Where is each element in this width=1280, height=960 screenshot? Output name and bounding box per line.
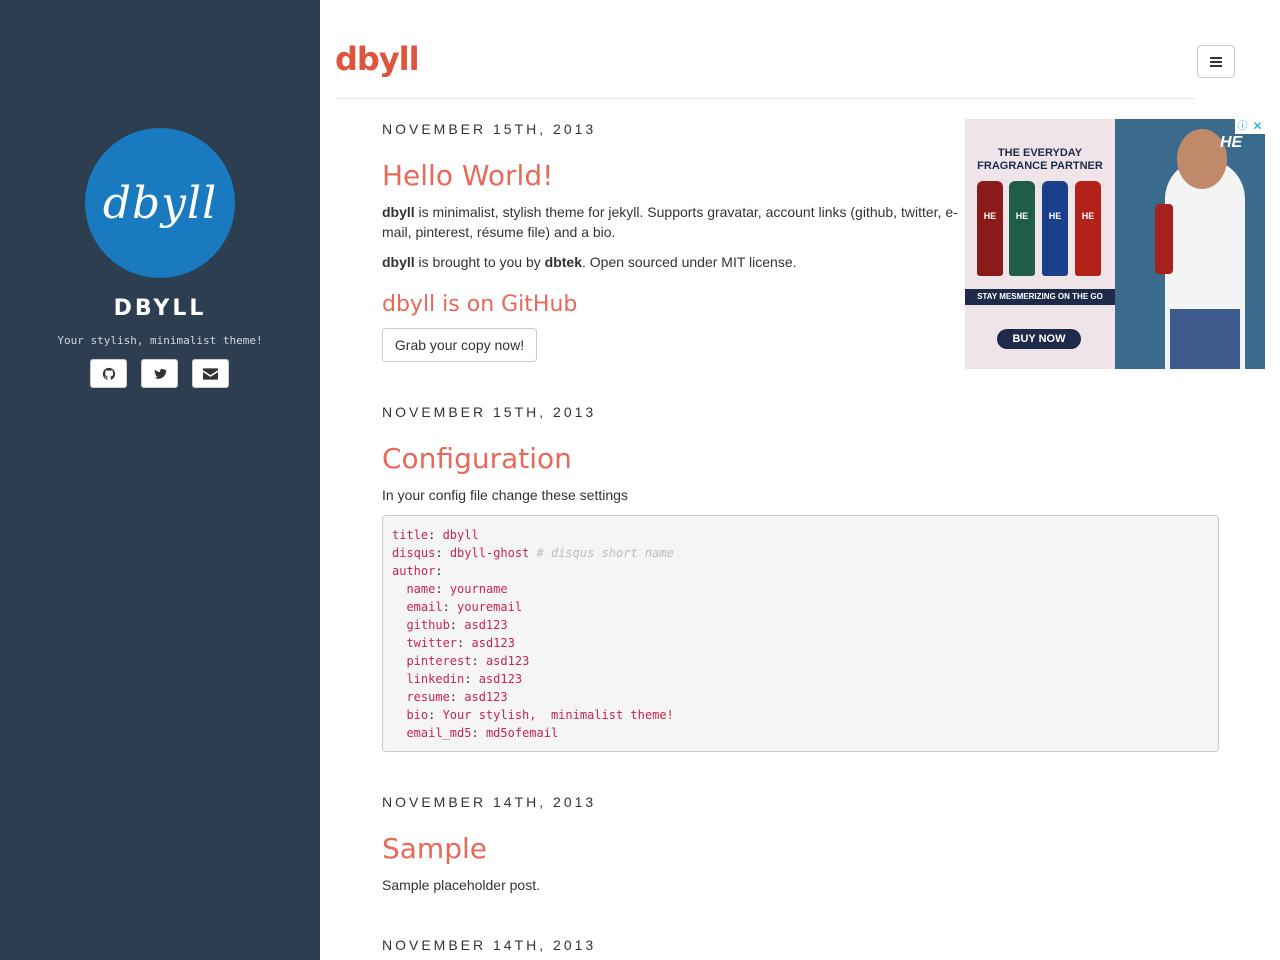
site-bio: Your stylish, minimalist theme!	[57, 334, 263, 347]
code-value: Your stylish, minimalist theme!	[435, 708, 674, 722]
code-line: linkedin: asd123	[392, 670, 1209, 688]
code-key: resume	[392, 690, 450, 704]
envelope-icon	[203, 367, 218, 380]
code-colon: :	[449, 690, 458, 704]
ad-strip: STAY MESMERIZING ON THE GO	[965, 289, 1115, 305]
email-button[interactable]	[192, 359, 229, 388]
deodorant-can: HE	[1075, 181, 1101, 276]
code-colon: :	[435, 546, 443, 560]
code-line: resume: asd123	[392, 688, 1209, 706]
github-icon	[102, 367, 115, 380]
code-line: author:	[392, 562, 1209, 580]
code-value: asd123	[471, 672, 523, 686]
code-value: asd123	[478, 654, 530, 668]
code-value: asd123	[464, 636, 515, 650]
code-block: title: dbyll disqus: dbyll-ghost # disqus…	[382, 515, 1219, 752]
post-paragraph: dbyll is minimalist, stylish theme for j…	[382, 202, 962, 242]
paragraph-text: . Open sourced under MIT license.	[581, 254, 797, 270]
header-divider	[335, 98, 1195, 99]
ad-left-panel: THE EVERYDAY FRAGRANCE PARTNER HE HE HE …	[965, 119, 1115, 369]
paragraph-text: is brought to you by	[414, 254, 545, 270]
twitter-icon	[153, 368, 167, 379]
bold-text: dbyll	[382, 254, 415, 270]
code-value: asd123	[457, 618, 508, 632]
code-value: dbyll-ghost	[442, 546, 530, 560]
ad-tagline: THE EVERYDAY FRAGRANCE PARTNER	[977, 147, 1103, 172]
code-key: twitter	[392, 636, 458, 650]
code-line: name: yourname	[392, 580, 1209, 598]
github-button[interactable]	[90, 359, 127, 388]
deodorant-can: HE	[1042, 181, 1068, 276]
code-comment: # disqus short name	[529, 546, 674, 560]
code-colon: :	[471, 726, 479, 740]
paragraph-text: is minimalist, stylish theme for jekyll.…	[382, 204, 958, 240]
code-colon: :	[435, 564, 443, 578]
post-title[interactable]: Configuration	[382, 442, 572, 475]
sidebar: dbyll DBYLL Your stylish, minimalist the…	[0, 0, 320, 960]
menu-toggle-button[interactable]	[1197, 45, 1235, 78]
code-value: asd123	[457, 690, 508, 704]
post-date: NOVEMBER 15TH, 2013	[382, 404, 597, 420]
avatar-text: dbyll	[102, 177, 218, 229]
post-paragraph: In your config file change these setting…	[382, 487, 628, 503]
ad-brand-logo: HE	[1220, 134, 1243, 151]
code-key: title	[392, 528, 429, 542]
ad-info-icon[interactable]: ⓘ	[1235, 119, 1250, 134]
code-value: yourname	[442, 582, 508, 596]
advertisement[interactable]: THE EVERYDAY FRAGRANCE PARTNER HE HE HE …	[965, 119, 1265, 369]
code-line: pinterest: asd123	[392, 652, 1209, 670]
ad-bottle	[1155, 204, 1173, 274]
post-date: NOVEMBER 15TH, 2013	[382, 121, 597, 137]
code-line: disqus: dbyll-ghost # disqus short name	[392, 544, 1209, 562]
code-key: email	[392, 600, 443, 614]
site-brand-link[interactable]: dbyll	[335, 40, 420, 78]
ad-buy-now-button[interactable]: BUY NOW	[997, 329, 1081, 349]
ad-close-icon[interactable]: ✕	[1250, 119, 1265, 134]
grab-copy-button[interactable]: Grab your copy now!	[382, 328, 537, 362]
code-key: linkedin	[392, 672, 465, 686]
code-key: disqus	[392, 546, 436, 560]
code-line: github: asd123	[392, 616, 1209, 634]
code-key: name	[392, 582, 436, 596]
deodorant-can: HE	[1009, 181, 1035, 276]
post-date: NOVEMBER 14TH, 2013	[382, 937, 597, 953]
deodorant-can: HE	[977, 181, 1003, 276]
post-title[interactable]: Hello World!	[382, 159, 553, 192]
code-colon: :	[435, 582, 443, 596]
post-subheading: dbyll is on GitHub	[382, 292, 578, 317]
site-name[interactable]: DBYLL	[0, 296, 320, 321]
bold-text: dbtek	[544, 254, 582, 270]
twitter-button[interactable]	[141, 359, 178, 388]
code-key: email_md5	[392, 726, 472, 740]
code-line: twitter: asd123	[392, 634, 1209, 652]
post-title[interactable]: Sample	[382, 832, 487, 865]
code-key: author	[392, 564, 436, 578]
hamburger-icon	[1210, 56, 1222, 67]
code-value: dbyll	[435, 528, 479, 542]
code-colon: :	[449, 618, 458, 632]
post-paragraph: Sample placeholder post.	[382, 877, 540, 893]
code-value: youremail	[449, 600, 523, 614]
code-colon: :	[471, 654, 479, 668]
code-line: bio: Your stylish, minimalist theme!	[392, 706, 1209, 724]
post-paragraph: dbyll is brought to you by dbtek. Open s…	[382, 252, 962, 272]
avatar[interactable]: dbyll	[85, 128, 235, 278]
code-key: bio	[392, 708, 429, 722]
code-key: pinterest	[392, 654, 472, 668]
code-line: email: youremail	[392, 598, 1209, 616]
code-value: md5ofemail	[478, 726, 559, 740]
code-line: title: dbyll	[392, 526, 1209, 544]
bold-text: dbyll	[382, 204, 415, 220]
ad-model-legs	[1170, 309, 1240, 369]
code-line: email_md5: md5ofemail	[392, 724, 1209, 742]
code-colon: :	[442, 600, 450, 614]
code-key: github	[392, 618, 450, 632]
post-date: NOVEMBER 14TH, 2013	[382, 794, 597, 810]
